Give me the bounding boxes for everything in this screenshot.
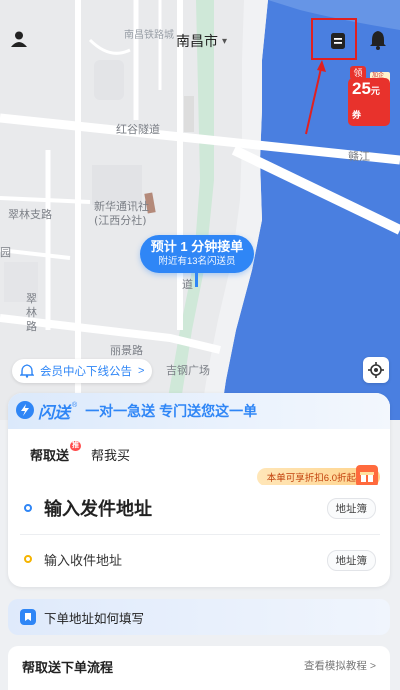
address-guide-card[interactable]: 下单地址如何填写 (8, 599, 390, 635)
map-pin (195, 273, 198, 287)
brand-name: 闪送 (38, 405, 71, 422)
receiver-dot-icon (24, 555, 32, 563)
map-label: 赣江 (348, 150, 370, 163)
receiver-address-book-button[interactable]: 地址簿 (326, 550, 376, 571)
map-label: 路 (26, 320, 37, 333)
bolt-icon (16, 401, 34, 419)
map-label: 吉钢广场 (166, 364, 210, 377)
sender-address-book-button[interactable]: 地址簿 (326, 498, 376, 519)
card-header: 闪送 ® 一对一急送 专门送您这一单 (8, 393, 390, 429)
city-selector[interactable]: 南昌市 ▾ (176, 31, 227, 51)
map-label: 丽景路 (110, 344, 143, 357)
discount-text: 本单可享折扣6.0折起 (266, 473, 356, 484)
map-label: 园 (0, 246, 11, 259)
process-card: 帮取送下单流程 查看模拟教程 > (8, 646, 390, 690)
tab-pickup-delivery[interactable]: 帮取送 推 (29, 441, 81, 464)
divider (20, 534, 380, 535)
map-label: 道 (182, 278, 193, 291)
map-label: (江西分社) (94, 214, 147, 227)
receiver-address-row[interactable]: 输入收件地址 地址簿 (20, 537, 380, 581)
bell-icon[interactable] (367, 28, 389, 52)
receiver-address-input[interactable]: 输入收件地址 (44, 550, 122, 569)
registered-mark: ® (72, 401, 78, 409)
sender-address-row[interactable]: 输入发件地址 地址簿 (20, 485, 380, 531)
process-title: 帮取送下单流程 (22, 660, 114, 675)
sender-address-input[interactable]: 输入发件地址 (44, 495, 152, 521)
tab-label: 帮我买 (91, 448, 131, 463)
sender-dot-icon (24, 504, 32, 512)
recommend-badge: 推 (70, 441, 81, 451)
courier-count-text: 附近有13名闪送员 (158, 256, 236, 267)
notice-banner[interactable]: 会员中心下线公告 > (12, 359, 153, 383)
city-name: 南昌市 (176, 33, 218, 49)
map-label: 红谷隧道 (116, 123, 160, 136)
coupon-amount-box: 25元券 (348, 78, 390, 126)
locate-icon[interactable] (363, 357, 389, 383)
eta-bubble: 预计 1 分钟接单 附近有13名闪送员 (140, 235, 254, 273)
discount-banner[interactable]: 本单可享折扣6.0折起 (256, 465, 380, 487)
map-label: 翠林支路 (8, 208, 52, 221)
guide-icon (20, 609, 36, 625)
coupon-badge[interactable]: 领 加企业 25元券 (344, 66, 390, 126)
chevron-down-icon: ▾ (222, 35, 228, 47)
order-card: 闪送 ® 一对一急送 专门送您这一单 帮取送 推 帮我买 本单可享折扣6.0折起… (8, 393, 390, 587)
tab-label: 帮取送 (30, 448, 70, 463)
top-bar: 南昌市 ▾ (0, 0, 400, 80)
guide-text: 下单地址如何填写 (44, 611, 145, 626)
address-form: 输入发件地址 地址簿 输入收件地址 地址簿 (20, 485, 380, 581)
service-tabs: 帮取送 推 帮我买 (29, 441, 130, 464)
annotation-arrow (305, 60, 326, 135)
user-icon[interactable] (8, 28, 30, 50)
tab-buy-for-me[interactable]: 帮我买 (91, 445, 130, 464)
coupon-amount: 25 (352, 79, 371, 98)
brand-slogan: 一对一急送 专门送您这一单 (85, 403, 258, 419)
notice-text: 会员中心下线公告 (40, 366, 132, 378)
order-list-icon[interactable] (322, 25, 354, 57)
speaker-icon (20, 364, 34, 378)
chevron-right-icon: > (138, 365, 145, 377)
tutorial-link[interactable]: 查看模拟教程 > (304, 658, 376, 673)
eta-text: 预计 1 分钟接单 (150, 239, 244, 254)
gift-icon (356, 465, 378, 487)
